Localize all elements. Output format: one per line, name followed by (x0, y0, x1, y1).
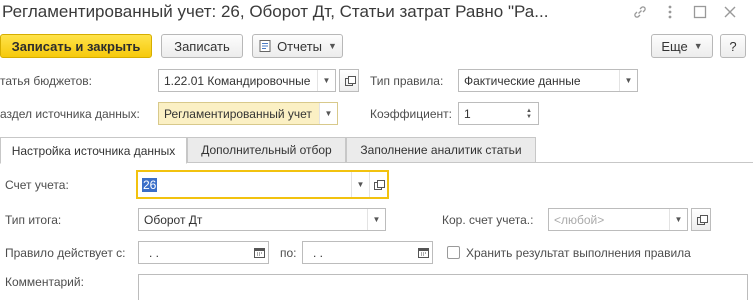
chevron-down-icon[interactable]: ▼ (317, 70, 335, 91)
chevron-down-icon[interactable]: ▼ (669, 209, 687, 230)
tab-additional-filter[interactable]: Дополнительный отбор (187, 137, 346, 163)
coefficient-field[interactable]: 1 ▲ ▼ (458, 102, 539, 125)
coefficient-value[interactable]: 1 (459, 107, 520, 121)
save-button[interactable]: Записать (161, 34, 243, 58)
more-icon[interactable] (655, 3, 685, 21)
valid-from-label: Правило действует с: (5, 246, 126, 260)
close-icon[interactable] (715, 3, 745, 21)
total-type-label: Тип итога: (5, 213, 62, 227)
valid-to-value[interactable]: . . (303, 246, 414, 260)
total-type-value[interactable]: Оборот Дт (139, 213, 367, 227)
window-controls (625, 3, 745, 21)
account-field[interactable]: 26 ▼ (136, 170, 389, 199)
data-source-value[interactable]: Регламентированный учет (159, 107, 319, 121)
account-selected-text: 26 (142, 177, 158, 192)
reports-icon (258, 39, 272, 53)
open-icon (696, 215, 708, 225)
calendar-icon[interactable] (250, 242, 268, 263)
valid-from-field[interactable]: . . (138, 241, 269, 264)
comment-label: Комментарий: (5, 275, 84, 289)
valid-to-field[interactable]: . . (302, 241, 433, 264)
reports-button[interactable]: Отчеты ▼ (252, 34, 343, 58)
corr-account-field[interactable]: <любой> ▼ (548, 208, 688, 231)
reports-label: Отчеты (277, 38, 322, 54)
open-account-button[interactable] (369, 172, 387, 197)
link-icon[interactable] (625, 3, 655, 21)
rule-type-value[interactable]: Фактические данные (459, 74, 619, 88)
calendar-icon[interactable] (414, 242, 432, 263)
open-icon (374, 180, 385, 190)
maximize-icon[interactable] (685, 3, 715, 21)
corr-account-value[interactable]: <любой> (549, 213, 669, 227)
chevron-down-icon[interactable]: ▼ (351, 172, 369, 197)
corr-account-label: Кор. счет учета.: (442, 213, 534, 227)
budget-item-value[interactable]: 1.22.01 Командировочные (159, 74, 317, 88)
account-label: Счет учета: (5, 178, 69, 192)
store-result-label[interactable]: Хранить результат выполнения правила (466, 245, 691, 261)
stepper-icon[interactable]: ▲ ▼ (520, 103, 538, 124)
save-and-close-button[interactable]: Записать и закрыть (0, 34, 152, 58)
data-source-label: аздел источника данных: (0, 107, 140, 121)
budget-item-label: татья бюджетов: (0, 74, 93, 88)
account-value[interactable]: 26 (138, 177, 351, 192)
open-corr-account-button[interactable] (691, 208, 711, 231)
chevron-down-icon[interactable]: ▼ (619, 70, 637, 91)
chevron-down-icon: ▼ (693, 41, 703, 51)
valid-to-label: по: (280, 246, 297, 260)
store-result-checkbox[interactable] (447, 246, 460, 259)
more-label: Еще (661, 38, 688, 54)
rule-type-label: Тип правила: (370, 74, 444, 88)
help-button[interactable]: ? (720, 34, 746, 58)
chevron-down-icon: ▼ (328, 41, 337, 51)
valid-from-value[interactable]: . . (139, 246, 250, 260)
open-icon (344, 76, 356, 86)
comment-textarea[interactable] (138, 274, 748, 300)
more-actions-button[interactable]: Еще ▼ (651, 34, 713, 58)
tab-source-settings[interactable]: Настройка источника данных (0, 137, 187, 164)
coefficient-label: Коэффициент: (370, 107, 452, 121)
rule-type-select[interactable]: Фактические данные ▼ (458, 69, 638, 92)
tab-fill-analytics[interactable]: Заполнение аналитик статьи (346, 137, 536, 163)
chevron-down-icon[interactable]: ▼ (367, 209, 385, 230)
data-source-select[interactable]: Регламентированный учет ▼ (158, 102, 338, 125)
window-title: Регламентированный учет: 26, Оборот Дт, … (2, 2, 549, 21)
budget-item-field[interactable]: 1.22.01 Командировочные ▼ (158, 69, 336, 92)
open-budget-item-button[interactable] (339, 69, 359, 92)
chevron-down-icon[interactable]: ▼ (319, 103, 337, 124)
total-type-select[interactable]: Оборот Дт ▼ (138, 208, 386, 231)
